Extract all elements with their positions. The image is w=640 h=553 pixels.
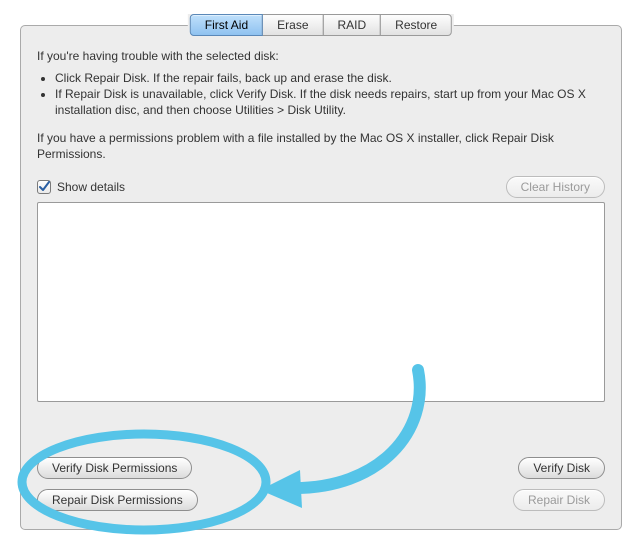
tab-first-aid[interactable]: First Aid [190, 14, 263, 36]
tab-bar: First Aid Erase RAID Restore [188, 14, 454, 36]
tab-label: Erase [277, 18, 308, 32]
verify-disk-permissions-button[interactable]: Verify Disk Permissions [37, 457, 192, 479]
tab-content: If you're having trouble with the select… [37, 48, 605, 402]
show-details-label: Show details [57, 180, 125, 194]
button-label: Verify Disk [533, 461, 590, 475]
action-buttons: Verify Disk Permissions Verify Disk Repa… [37, 447, 605, 511]
tab-erase[interactable]: Erase [262, 14, 323, 36]
tab-label: First Aid [205, 18, 248, 32]
repair-disk-permissions-button[interactable]: Repair Disk Permissions [37, 489, 198, 511]
permissions-note: If you have a permissions problem with a… [37, 130, 605, 162]
log-output[interactable] [37, 202, 605, 402]
bullet-item: If Repair Disk is unavailable, click Ver… [55, 86, 605, 118]
tab-label: Restore [395, 18, 437, 32]
details-row: Show details Clear History [37, 176, 605, 198]
checkbox-icon [37, 180, 51, 194]
show-details-checkbox[interactable]: Show details [37, 180, 125, 194]
bullet-item: Click Repair Disk. If the repair fails, … [55, 70, 605, 86]
button-label: Verify Disk Permissions [52, 461, 177, 475]
intro-bullets: Click Repair Disk. If the repair fails, … [43, 70, 605, 118]
tab-label: RAID [338, 18, 367, 32]
button-label: Clear History [521, 180, 590, 194]
verify-disk-button[interactable]: Verify Disk [518, 457, 605, 479]
disk-utility-panel: First Aid Erase RAID Restore If you're h… [20, 25, 622, 530]
clear-history-button[interactable]: Clear History [506, 176, 605, 198]
repair-disk-button[interactable]: Repair Disk [513, 489, 605, 511]
tab-restore[interactable]: Restore [380, 14, 452, 36]
button-label: Repair Disk Permissions [52, 493, 183, 507]
intro-text: If you're having trouble with the select… [37, 48, 605, 64]
tab-raid[interactable]: RAID [323, 14, 382, 36]
button-label: Repair Disk [528, 493, 590, 507]
